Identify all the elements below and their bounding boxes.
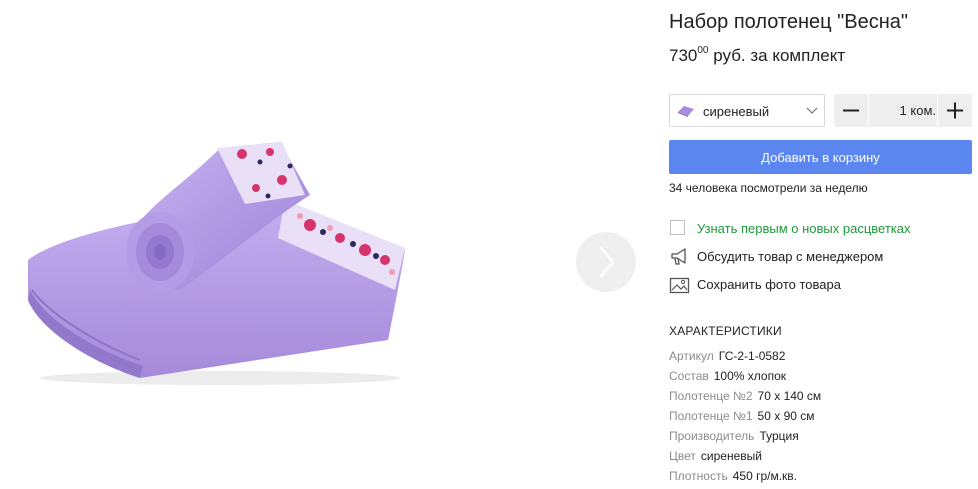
views-count-text: 34 человека посмотрели за неделю bbox=[669, 181, 868, 195]
spec-value: 50 х 90 см bbox=[757, 409, 815, 423]
spec-row: Полотенце №2 70 х 140 см bbox=[669, 389, 821, 403]
price-suffix: руб. за комплект bbox=[713, 46, 846, 65]
spec-value: Турция bbox=[759, 429, 799, 443]
minus-icon bbox=[843, 109, 859, 112]
price-main: 730 bbox=[669, 46, 698, 65]
spec-key: Плотность bbox=[669, 469, 728, 483]
save-photo-link[interactable]: Сохранить фото товара bbox=[669, 275, 974, 295]
product-image bbox=[20, 140, 420, 395]
price-cents: 00 bbox=[697, 45, 709, 56]
characteristics-heading: ХАРАКТЕРИСТИКИ bbox=[669, 324, 782, 338]
spec-row: Полотенце №1 50 х 90 см bbox=[669, 409, 815, 423]
product-price: 73000 руб. за комплект bbox=[669, 45, 846, 66]
color-swatch-icon bbox=[678, 106, 694, 117]
spec-value: ГС-2-1-0582 bbox=[718, 349, 786, 363]
spec-row: Производитель Турция bbox=[669, 429, 799, 443]
quantity-value: 1 bbox=[899, 103, 907, 118]
discuss-with-manager-label: Обсудить товар с менеджером bbox=[697, 249, 884, 264]
spec-key: Производитель bbox=[669, 429, 755, 443]
spec-row: Артикул ГС-2-1-0582 bbox=[669, 349, 785, 363]
plus-icon bbox=[947, 102, 963, 119]
megaphone-icon bbox=[671, 248, 686, 265]
product-title: Набор полотенец "Весна" bbox=[669, 11, 908, 33]
spec-row: Цвет сиреневый bbox=[669, 449, 762, 463]
spec-value: сиреневый bbox=[700, 449, 762, 463]
quantity-minus-button[interactable] bbox=[834, 94, 868, 127]
spec-key: Артикул bbox=[669, 349, 714, 363]
spec-key: Состав bbox=[669, 369, 709, 383]
product-gallery bbox=[0, 0, 640, 489]
quantity-field[interactable]: 1 ком. bbox=[870, 94, 936, 127]
quantity-stepper: 1 ком. bbox=[834, 94, 972, 127]
spec-key: Полотенце №1 bbox=[669, 409, 753, 423]
quantity-unit: ком. bbox=[910, 103, 936, 118]
spec-row: Плотность 450 гр/м.кв. bbox=[669, 469, 797, 483]
spec-value: 100% хлопок bbox=[713, 369, 787, 383]
notify-new-colors-option[interactable]: Узнать первым о новых расцветках bbox=[669, 219, 974, 239]
spec-key: Цвет bbox=[669, 449, 696, 463]
spec-value: 70 х 140 см bbox=[757, 389, 822, 403]
quantity-divider bbox=[868, 94, 869, 127]
add-to-cart-button[interactable]: Добавить в корзину bbox=[669, 140, 972, 174]
gallery-next-button[interactable] bbox=[576, 232, 636, 292]
save-photo-label: Сохранить фото товара bbox=[697, 277, 841, 292]
color-select[interactable]: сиреневый bbox=[669, 94, 825, 127]
checkbox-icon[interactable] bbox=[669, 219, 687, 237]
spec-value: 450 гр/м.кв. bbox=[732, 469, 798, 483]
quantity-plus-button[interactable] bbox=[938, 94, 972, 127]
chevron-right-icon bbox=[599, 246, 615, 278]
spec-row: Состав 100% хлопок bbox=[669, 369, 786, 383]
chevron-down-icon bbox=[806, 107, 818, 114]
spec-key: Полотенце №2 bbox=[669, 389, 753, 403]
image-icon bbox=[669, 277, 690, 294]
color-select-value: сиреневый bbox=[703, 104, 770, 119]
notify-new-colors-label: Узнать первым о новых расцветках bbox=[697, 221, 911, 236]
discuss-with-manager-link[interactable]: Обсудить товар с менеджером bbox=[669, 247, 974, 267]
